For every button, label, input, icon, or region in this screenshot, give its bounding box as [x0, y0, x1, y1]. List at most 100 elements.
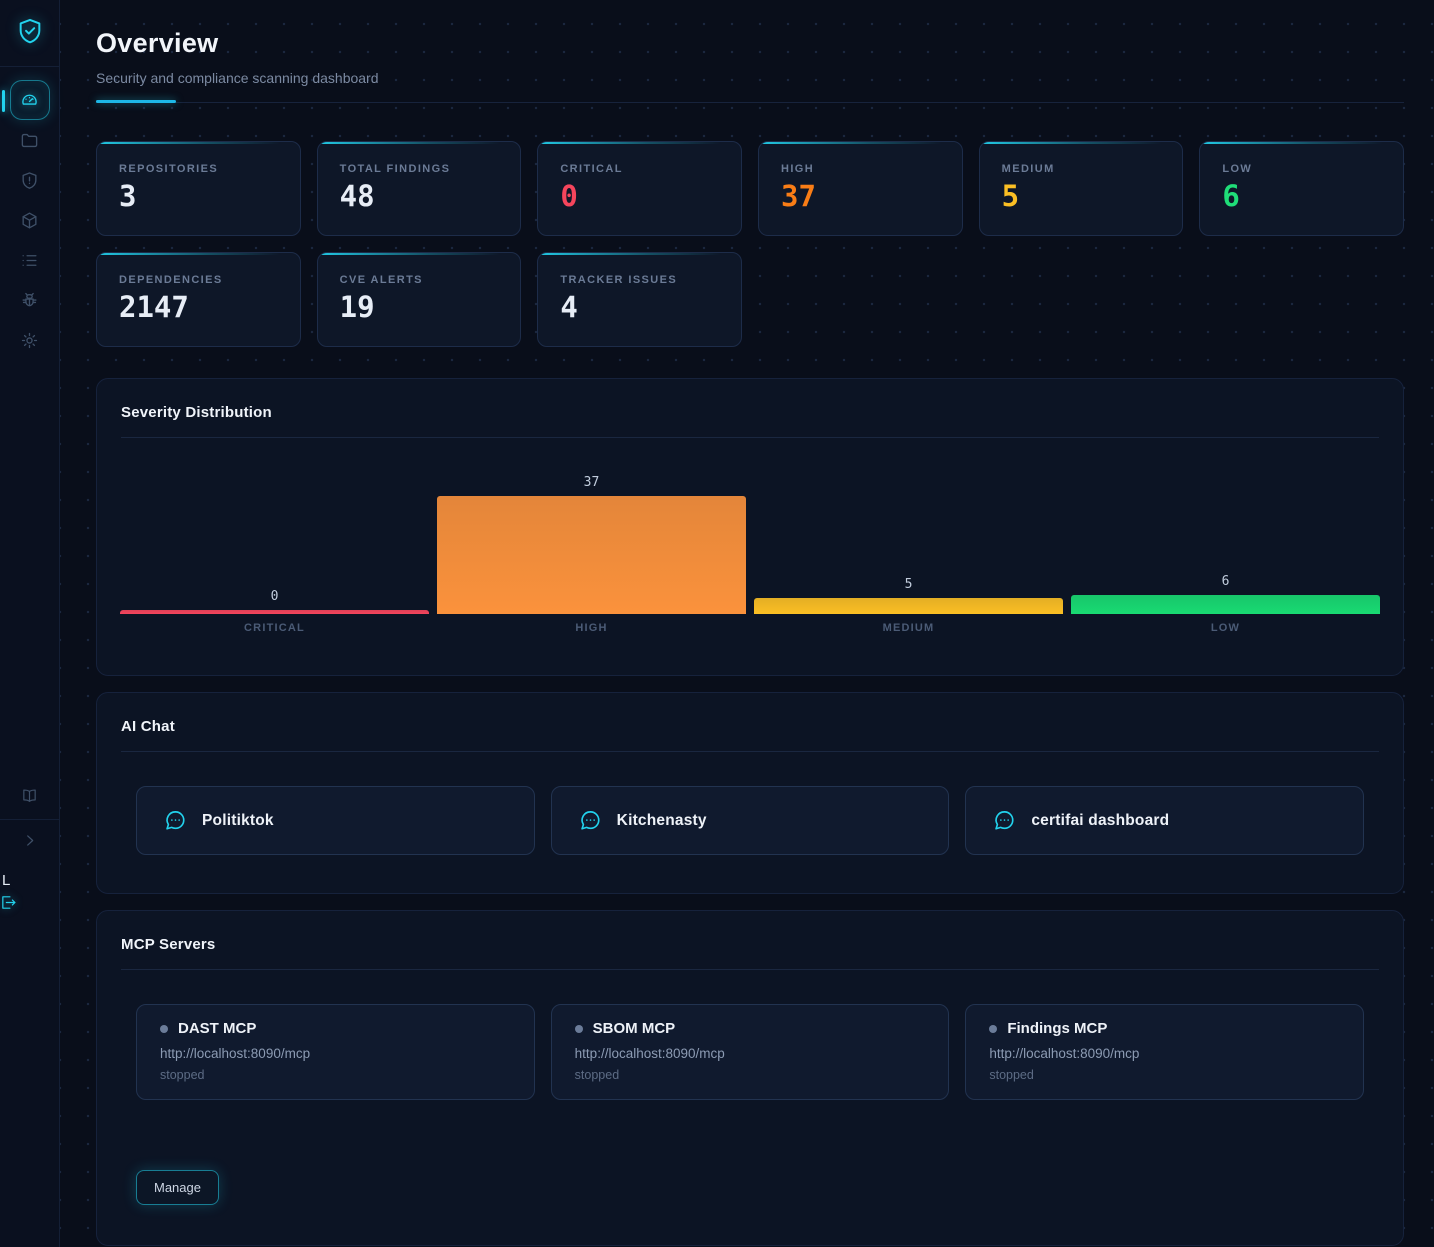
sidebar-item-dependencies[interactable]	[10, 200, 50, 240]
stat-card-dependencies: DEPENDENCIES2147	[96, 252, 301, 347]
card-top-accent	[318, 253, 521, 255]
ai-chat-label: Politiktok	[202, 812, 274, 830]
stat-label: TOTAL FINDINGS	[340, 163, 499, 175]
server-url: http://localhost:8090/mcp	[989, 1046, 1340, 1061]
ai-chat-card-certifai-dashboard[interactable]: certifai dashboard	[965, 786, 1364, 855]
severity-bar-chart: 0 CRITICAL 37 HIGH5MEDIUM 6 LOW	[97, 438, 1403, 675]
stat-card-critical: CRITICAL 0	[537, 141, 742, 236]
stat-label: MEDIUM	[1002, 163, 1161, 175]
gauge-icon	[20, 91, 39, 110]
chart-column-medium: 5MEDIUM	[754, 449, 1063, 662]
bug-icon	[20, 291, 39, 310]
package-icon	[20, 211, 39, 230]
user-initial: L	[0, 872, 59, 889]
bar-value-label: 6	[1222, 574, 1230, 589]
bar-value-label: 37	[584, 475, 600, 490]
chat-bubble-icon	[164, 809, 187, 832]
mcp-server-card-sbom-mcp: SBOM MCPhttp://localhost:8090/mcpstopped	[551, 1004, 950, 1100]
server-status: stopped	[575, 1068, 926, 1082]
stat-card-medium: MEDIUM 5	[979, 141, 1184, 236]
ai-chat-panel: AI Chat Politiktok Kitchenasty certifai da…	[96, 692, 1404, 894]
stat-card-tracker-issues: TRACKER ISSUES4	[537, 252, 742, 347]
ai-chat-label: certifai dashboard	[1031, 812, 1169, 830]
stat-label: TRACKER ISSUES	[560, 274, 719, 286]
server-status-dot	[575, 1025, 583, 1033]
stat-card-cve-alerts: CVE ALERTS 19	[317, 252, 522, 347]
stat-label: LOW	[1222, 163, 1381, 175]
stat-value: 48	[340, 182, 499, 211]
ai-chat-cards: Politiktok Kitchenasty certifai dashboard	[97, 752, 1403, 893]
card-top-accent	[318, 142, 521, 144]
card-top-accent	[980, 142, 1183, 144]
bar-critical	[120, 610, 429, 614]
page-title: Overview	[96, 28, 1404, 59]
card-top-accent	[759, 142, 962, 144]
stat-card-total-findings: TOTAL FINDINGS 48	[317, 141, 522, 236]
folder-icon	[20, 131, 39, 150]
sidebar-item-repositories[interactable]	[10, 120, 50, 160]
chat-bubble-icon	[579, 809, 602, 832]
logout-button[interactable]	[0, 894, 17, 914]
shield-check-icon	[16, 17, 44, 50]
bar-value-label: 0	[271, 589, 279, 604]
bar-low	[1071, 595, 1380, 614]
sidebar-item-findings[interactable]	[10, 160, 50, 200]
category-label: CRITICAL	[120, 622, 429, 662]
ai-chat-label: Kitchenasty	[617, 812, 707, 830]
logout-icon	[0, 899, 17, 914]
severity-panel-title: Severity Distribution	[97, 379, 1403, 421]
server-status-dot	[989, 1025, 997, 1033]
ai-chat-card-politiktok[interactable]: Politiktok	[136, 786, 535, 855]
stat-value: 0	[560, 182, 719, 211]
stats-grid: REPOSITORIES3 TOTAL FINDINGS 48 CRITICAL 0 HI…	[96, 141, 1404, 347]
stat-card-low: LOW 6	[1199, 141, 1404, 236]
stat-card-high: HIGH37	[758, 141, 963, 236]
gear-icon	[20, 331, 39, 350]
chat-bubble-icon	[993, 809, 1016, 832]
sidebar-item-dashboard[interactable]	[10, 80, 50, 120]
mcp-server-cards: DAST MCPhttp://localhost:8090/mcpstopped…	[97, 970, 1403, 1138]
server-status: stopped	[989, 1068, 1340, 1082]
card-top-accent	[1200, 142, 1403, 144]
stat-label: CRITICAL	[560, 163, 719, 175]
card-top-accent	[538, 253, 741, 255]
sidebar-nav	[0, 80, 59, 360]
card-top-accent	[97, 253, 300, 255]
stat-value: 5	[1002, 182, 1161, 211]
ai-chat-card-kitchenasty[interactable]: Kitchenasty	[551, 786, 950, 855]
shield-alert-icon	[20, 171, 39, 190]
list-icon	[20, 251, 39, 270]
chart-column-critical: 0 CRITICAL	[120, 449, 429, 662]
bar-high	[437, 496, 746, 614]
server-name: Findings MCP	[1007, 1020, 1107, 1037]
stat-value: 19	[340, 293, 499, 322]
active-item-indicator	[2, 90, 5, 112]
bar-value-label: 5	[905, 577, 913, 592]
stat-card-repositories: REPOSITORIES3	[96, 141, 301, 236]
sidebar-item-settings[interactable]	[10, 320, 50, 360]
active-tab-indicator	[96, 100, 176, 103]
ai-chat-title: AI Chat	[97, 693, 1403, 735]
category-label: HIGH	[437, 622, 746, 662]
chevron-right-icon	[21, 832, 38, 852]
sidebar-divider	[0, 819, 59, 820]
server-url: http://localhost:8090/mcp	[575, 1046, 926, 1061]
sidebar-item-issues[interactable]	[10, 240, 50, 280]
main-content: Overview Security and compliance scannin…	[60, 0, 1434, 1247]
manage-button[interactable]: Manage	[136, 1170, 219, 1205]
expand-sidebar-button[interactable]	[0, 824, 59, 860]
mcp-server-card-dast-mcp: DAST MCPhttp://localhost:8090/mcpstopped	[136, 1004, 535, 1100]
card-top-accent	[97, 142, 300, 144]
chart-column-low: 6 LOW	[1071, 449, 1380, 662]
server-url: http://localhost:8090/mcp	[160, 1046, 511, 1061]
book-icon	[21, 787, 38, 807]
bar-medium	[754, 598, 1063, 614]
stat-value: 2147	[119, 293, 278, 322]
category-label: LOW	[1071, 622, 1380, 662]
stat-value: 6	[1222, 182, 1381, 211]
docs-button[interactable]	[0, 779, 59, 815]
severity-distribution-panel: Severity Distribution 0 CRITICAL 37 HIGH5ME…	[96, 378, 1404, 676]
sidebar-item-vulnerabilities[interactable]	[10, 280, 50, 320]
app-logo	[0, 0, 59, 67]
stat-label: CVE ALERTS	[340, 274, 499, 286]
